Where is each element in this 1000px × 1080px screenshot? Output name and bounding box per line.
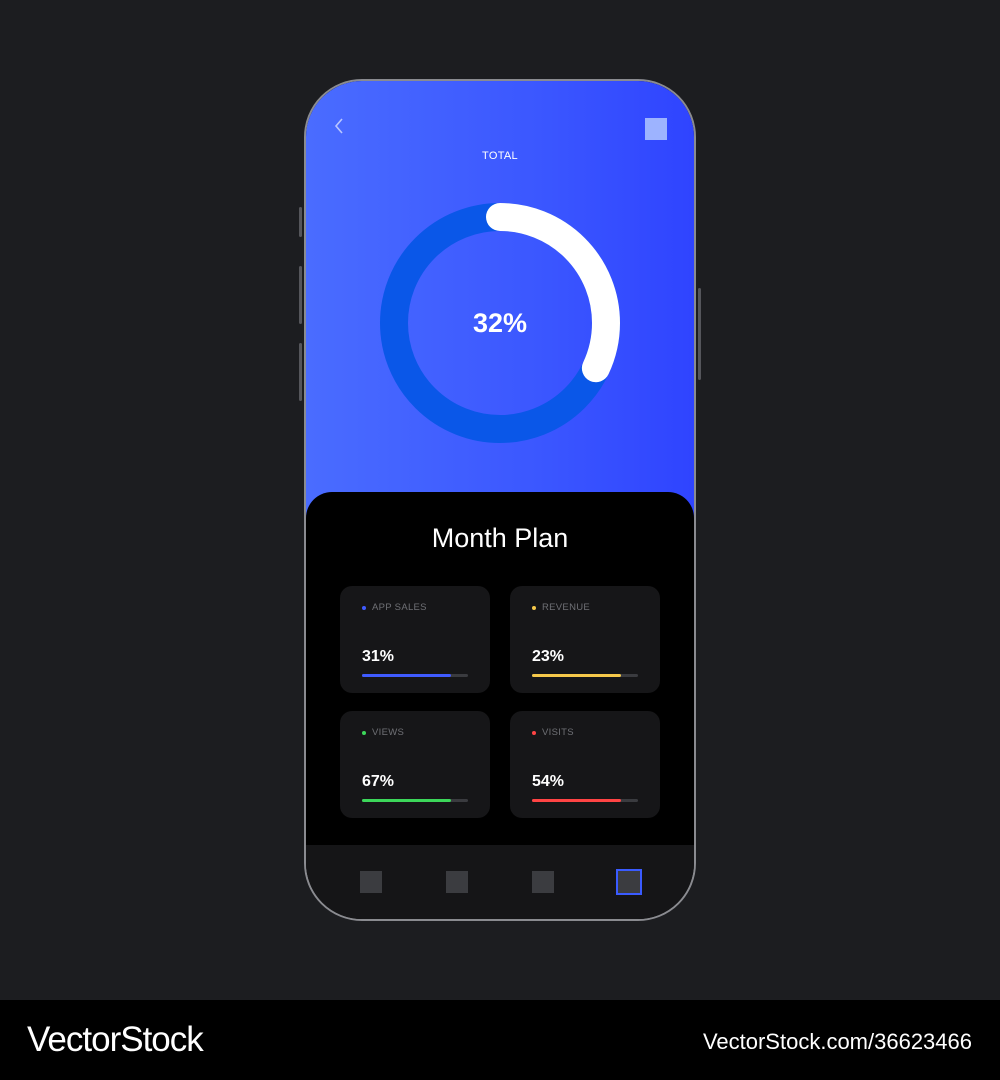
card-label: VISITS — [542, 727, 574, 738]
progress-fill — [362, 799, 452, 802]
tab-4-active[interactable] — [616, 869, 642, 895]
brand-logo: VectorStock — [27, 1020, 204, 1059]
card-value: 67% — [362, 773, 395, 790]
card-label: VIEWS — [372, 727, 405, 738]
visits-dot-icon — [532, 730, 536, 735]
image-id: VectorStock.com/36623466 — [702, 1029, 972, 1054]
total-label: TOTAL — [482, 150, 518, 162]
card-value: 54% — [532, 773, 565, 790]
card-views[interactable]: VIEWS 67% — [340, 711, 490, 818]
donut-value: 32% — [472, 307, 528, 338]
progress-fill — [362, 674, 452, 677]
progress-fill — [532, 674, 622, 677]
revenue-dot-icon — [532, 605, 536, 610]
volume-up-button — [299, 207, 302, 237]
tab-3[interactable] — [532, 871, 554, 893]
card-label: REVENUE — [542, 602, 591, 613]
panel-title: Month Plan — [431, 523, 569, 553]
phone-frame: TOTAL 32% Month Plan APP SALES 31% REVEN… — [304, 79, 696, 921]
progress-track — [362, 799, 468, 802]
card-value: 31% — [362, 648, 395, 665]
card-visits[interactable]: VISITS 54% — [510, 711, 660, 818]
progress-fill — [532, 799, 622, 802]
tab-1[interactable] — [360, 871, 382, 893]
card-value: 23% — [532, 648, 565, 665]
app-sales-dot-icon — [362, 605, 366, 610]
progress-track — [532, 674, 638, 677]
card-revenue[interactable]: REVENUE 23% — [510, 586, 660, 693]
hero-section: TOTAL 32% — [306, 81, 694, 521]
power-button — [698, 288, 701, 380]
progress-track — [362, 674, 468, 677]
card-label: APP SALES — [372, 602, 427, 613]
chevron-left-icon — [334, 118, 343, 134]
back-button[interactable] — [332, 118, 346, 134]
watermark-footer: VectorStock VectorStock.com/36623466 — [0, 1000, 1000, 1080]
views-dot-icon — [362, 730, 366, 735]
progress-track — [532, 799, 638, 802]
mute-button — [299, 343, 302, 401]
volume-down-button — [299, 266, 302, 324]
month-plan-panel: Month Plan APP SALES 31% REVENUE 23% VIE… — [306, 492, 694, 852]
card-app-sales[interactable]: APP SALES 31% — [340, 586, 490, 693]
tab-2[interactable] — [446, 871, 468, 893]
menu-square-icon[interactable] — [645, 118, 667, 140]
bottom-tab-bar — [306, 845, 694, 919]
